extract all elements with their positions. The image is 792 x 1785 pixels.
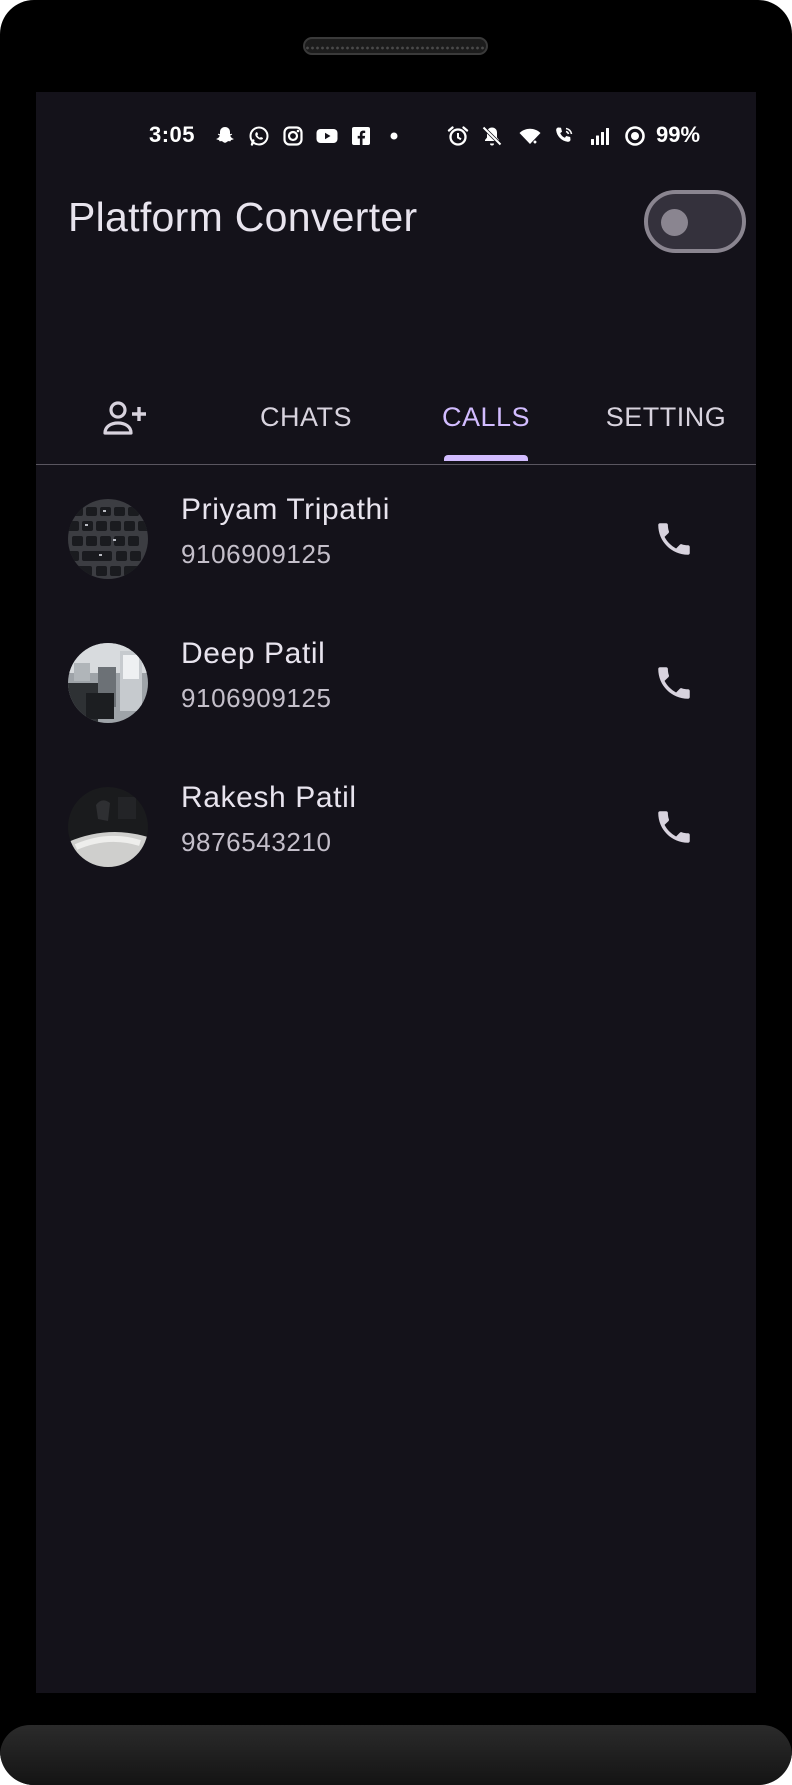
- alarm-icon: [446, 124, 470, 148]
- tab-bar: CHATS CALLS SETTING: [36, 370, 756, 465]
- theme-toggle[interactable]: [644, 190, 746, 253]
- wifi-calling-icon: [552, 124, 576, 148]
- signal-icon: [588, 124, 612, 148]
- data-saver-icon: [623, 124, 647, 148]
- contact-phone: 9106909125: [181, 539, 332, 569]
- page-title: Platform Converter: [68, 194, 418, 240]
- instagram-icon: [281, 124, 305, 148]
- contact-name: Rakesh Patil: [181, 781, 357, 814]
- vibrate-off-icon: [480, 124, 504, 148]
- status-bar: 3:05 99%: [36, 92, 756, 148]
- call-button[interactable]: [650, 659, 698, 707]
- tab-add-contact[interactable]: [36, 370, 216, 465]
- dot-icon: [382, 124, 406, 148]
- active-tab-indicator: [444, 455, 528, 461]
- contact-name: Deep Patil: [181, 637, 326, 670]
- call-button[interactable]: [650, 515, 698, 563]
- call-button[interactable]: [650, 803, 698, 851]
- app-screen: 3:05 99% Platform Converter CHATS CALLS …: [36, 92, 756, 1693]
- add-person-icon: [103, 399, 149, 437]
- list-item[interactable]: Priyam Tripathi 9106909125: [36, 465, 756, 609]
- tab-setting[interactable]: SETTING: [576, 370, 756, 465]
- avatar: [68, 643, 148, 723]
- whatsapp-icon: [247, 124, 271, 148]
- battery-percent: 99%: [656, 122, 701, 147]
- phone-icon: [658, 667, 690, 699]
- contact-phone: 9106909125: [181, 683, 332, 713]
- tab-chats[interactable]: CHATS: [216, 370, 396, 465]
- phone-chin: [0, 1725, 792, 1785]
- snapchat-icon: [213, 124, 237, 148]
- phone-icon: [658, 523, 690, 555]
- speaker-grille: [303, 37, 488, 55]
- list-item[interactable]: Rakesh Patil 9876543210: [36, 753, 756, 897]
- youtube-icon: [315, 124, 339, 148]
- status-time: 3:05: [149, 122, 196, 147]
- tab-calls[interactable]: CALLS: [396, 370, 576, 465]
- facebook-icon: [349, 124, 373, 148]
- contact-phone: 9876543210: [181, 827, 332, 857]
- toggle-knob: [661, 209, 688, 236]
- wifi-icon: [518, 124, 542, 148]
- avatar: [68, 499, 148, 579]
- phone-icon: [658, 811, 690, 843]
- call-list: Priyam Tripathi 9106909125 Deep Patil 91…: [36, 465, 756, 897]
- contact-name: Priyam Tripathi: [181, 493, 391, 526]
- phone-frame: 3:05 99% Platform Converter CHATS CALLS …: [0, 0, 792, 1785]
- avatar: [68, 787, 148, 867]
- list-item[interactable]: Deep Patil 9106909125: [36, 609, 756, 753]
